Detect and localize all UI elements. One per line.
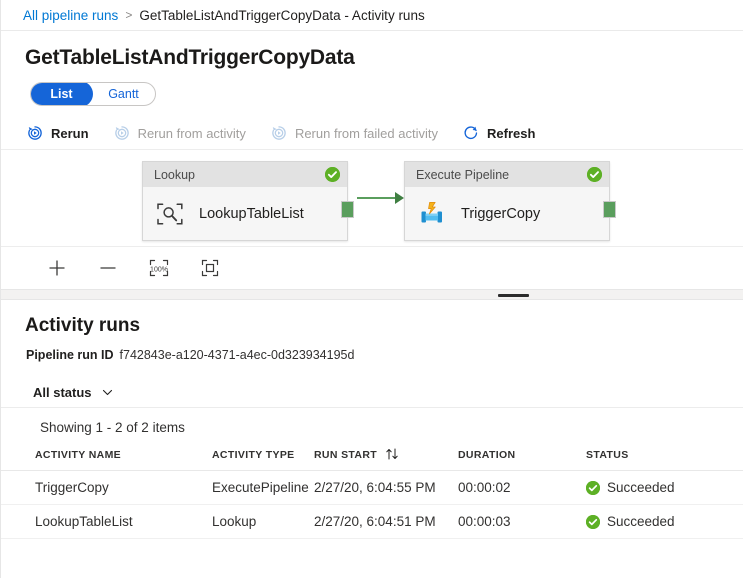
sort-arrows-icon xyxy=(385,448,399,460)
node-header: Execute Pipeline xyxy=(405,162,609,187)
splitter-grip[interactable] xyxy=(498,294,529,297)
node-header: Lookup xyxy=(143,162,347,187)
node-name-label: LookupTableList xyxy=(199,206,304,222)
zoom-in-button[interactable] xyxy=(45,256,69,280)
status-label: Succeeded xyxy=(607,514,675,529)
zoom-to-100-button[interactable]: 100% xyxy=(147,256,171,280)
pipeline-canvas[interactable]: Lookup LookupTableList xyxy=(1,150,743,246)
canvas-node-execute-pipeline[interactable]: Execute Pipeline TriggerCopy xyxy=(404,161,610,241)
lookup-magnifier-icon xyxy=(155,200,185,228)
node-name-label: TriggerCopy xyxy=(461,206,540,222)
rerun-from-failed-activity-button[interactable]: Rerun from failed activity xyxy=(268,117,448,149)
cell-status: Succeeded xyxy=(586,505,743,539)
refresh-button[interactable]: Refresh xyxy=(460,117,545,149)
status-success-icon xyxy=(586,481,600,495)
column-header-duration[interactable]: DURATION xyxy=(458,448,586,471)
cell-status: Succeeded xyxy=(586,471,743,505)
chevron-down-icon xyxy=(101,386,114,399)
status-filter-label: All status xyxy=(33,385,92,400)
rerun-from-activity-button[interactable]: Rerun from activity xyxy=(111,117,256,149)
edge-connector-line xyxy=(357,197,397,199)
panel-splitter[interactable] xyxy=(1,289,743,300)
breadcrumb-separator: > xyxy=(125,8,132,22)
execute-pipeline-icon xyxy=(417,200,447,228)
refresh-icon xyxy=(462,124,480,142)
node-body: TriggerCopy xyxy=(405,187,609,240)
pipeline-run-id-row: Pipeline run ID f742843e-a120-4371-a4ec-… xyxy=(1,337,743,362)
breadcrumb-current: GetTableListAndTriggerCopyData - Activit… xyxy=(139,8,424,23)
node-type-label: Execute Pipeline xyxy=(416,168,587,182)
view-toggle[interactable]: List Gantt xyxy=(30,82,156,106)
page-title: GetTableListAndTriggerCopyData xyxy=(1,31,743,70)
rerun-label: Rerun xyxy=(51,126,89,141)
cell-duration: 00:00:03 xyxy=(458,505,586,539)
tab-gantt[interactable]: Gantt xyxy=(92,82,155,106)
column-header-run-start[interactable]: RUN START xyxy=(314,448,458,471)
breadcrumb: All pipeline runs > GetTableListAndTrigg… xyxy=(1,0,743,31)
column-header-activity-type[interactable]: ACTIVITY TYPE xyxy=(212,448,314,471)
pipeline-run-id-value: f742843e-a120-4371-a4ec-0d323934195d xyxy=(120,348,355,362)
rerun-icon xyxy=(26,124,44,142)
command-bar: Rerun Rerun from activity Rerun from fai… xyxy=(1,117,743,150)
edge-connector-arrow xyxy=(395,192,404,204)
status-filter-dropdown[interactable]: All status xyxy=(33,385,114,400)
node-status-success-icon xyxy=(587,167,602,182)
column-header-run-start-label: RUN START xyxy=(314,449,377,461)
showing-count-text: Showing 1 - 2 of 2 items xyxy=(1,408,743,435)
cell-run-start: 2/27/20, 6:04:51 PM xyxy=(314,505,458,539)
rerun-from-activity-label: Rerun from activity xyxy=(138,126,246,141)
canvas-node-lookup[interactable]: Lookup LookupTableList xyxy=(142,161,348,241)
tab-list[interactable]: List xyxy=(30,82,93,106)
column-header-activity-name[interactable]: ACTIVITY NAME xyxy=(1,448,212,471)
node-output-port[interactable] xyxy=(603,201,616,218)
cell-activity-type: ExecutePipeline xyxy=(212,471,314,505)
pipeline-run-id-label: Pipeline run ID xyxy=(26,348,114,362)
activity-runs-page: All pipeline runs > GetTableListAndTrigg… xyxy=(0,0,743,578)
activity-runs-table: ACTIVITY NAME ACTIVITY TYPE RUN START DU… xyxy=(1,448,743,539)
cell-duration: 00:00:02 xyxy=(458,471,586,505)
cell-run-start: 2/27/20, 6:04:55 PM xyxy=(314,471,458,505)
rerun-from-activity-icon xyxy=(113,124,131,142)
node-status-success-icon xyxy=(325,167,340,182)
activity-runs-title: Activity runs xyxy=(1,300,743,337)
cell-activity-name: TriggerCopy xyxy=(1,471,212,505)
rerun-button[interactable]: Rerun xyxy=(24,117,99,149)
node-body: LookupTableList xyxy=(143,187,347,240)
table-row[interactable]: TriggerCopy ExecutePipeline 2/27/20, 6:0… xyxy=(1,471,743,505)
breadcrumb-all-pipeline-runs-link[interactable]: All pipeline runs xyxy=(23,8,118,23)
status-success-icon xyxy=(586,515,600,529)
cell-activity-name: LookupTableList xyxy=(1,505,212,539)
cell-activity-type: Lookup xyxy=(212,505,314,539)
filter-row: All status xyxy=(1,377,743,408)
table-header-row: ACTIVITY NAME ACTIVITY TYPE RUN START DU… xyxy=(1,448,743,471)
node-output-port[interactable] xyxy=(341,201,354,218)
rerun-from-failed-activity-label: Rerun from failed activity xyxy=(295,126,438,141)
canvas-zoom-toolbar: 100% xyxy=(1,246,743,289)
zoom-to-fit-button[interactable] xyxy=(198,256,222,280)
column-header-status[interactable]: STATUS xyxy=(586,448,743,471)
table-row[interactable]: LookupTableList Lookup 2/27/20, 6:04:51 … xyxy=(1,505,743,539)
svg-text:100%: 100% xyxy=(150,266,168,273)
refresh-label: Refresh xyxy=(487,126,535,141)
status-label: Succeeded xyxy=(607,480,675,495)
rerun-from-failed-activity-icon xyxy=(270,124,288,142)
node-type-label: Lookup xyxy=(154,168,325,182)
zoom-out-button[interactable] xyxy=(96,256,120,280)
